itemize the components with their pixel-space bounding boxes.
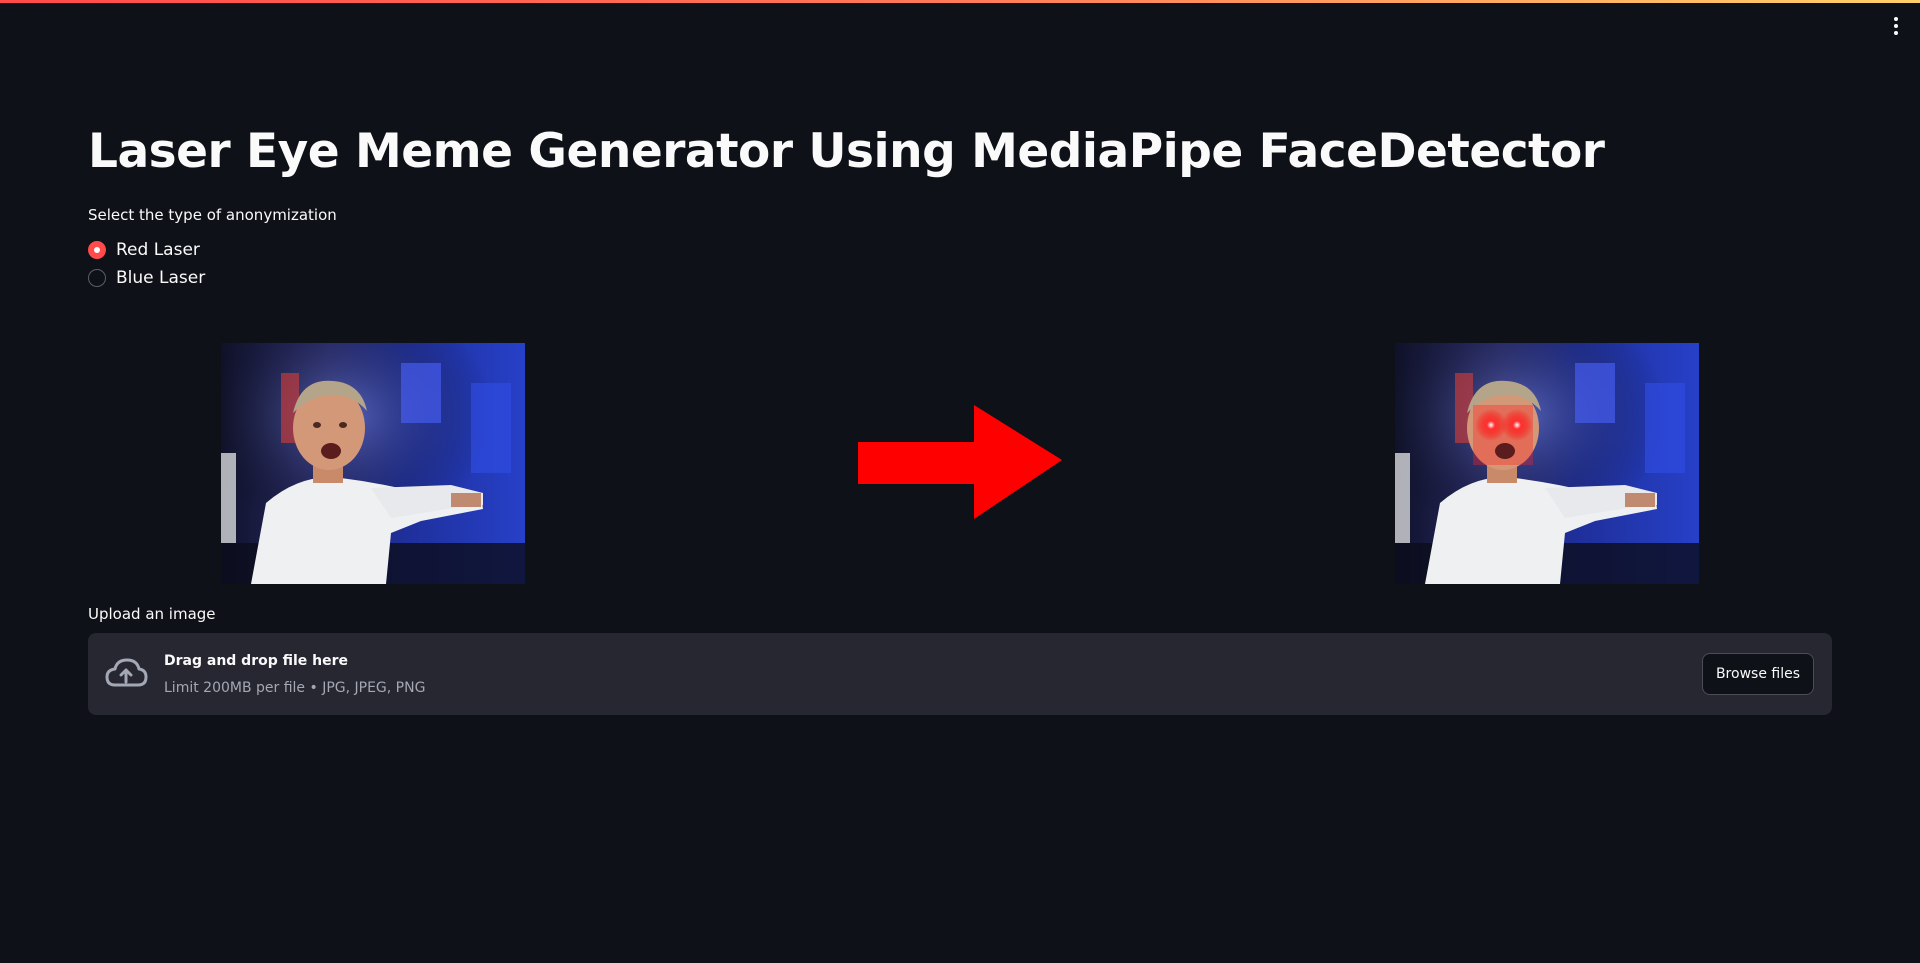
radio-unchecked-icon[interactable] bbox=[88, 269, 106, 287]
laser-type-label: Select the type of anonymization bbox=[88, 206, 337, 224]
cloud-upload-icon bbox=[105, 658, 148, 687]
right-arrow-icon bbox=[858, 405, 1062, 519]
original-image bbox=[221, 343, 525, 584]
radio-option-label: Blue Laser bbox=[116, 268, 206, 288]
radio-checked-icon[interactable] bbox=[88, 241, 106, 259]
laser-type-radio-group: Red Laser Blue Laser bbox=[88, 236, 205, 292]
browse-files-button[interactable]: Browse files bbox=[1701, 653, 1814, 695]
preview-row bbox=[88, 343, 1832, 584]
radio-option-red-laser[interactable]: Red Laser bbox=[88, 236, 205, 264]
page-title: Laser Eye Meme Generator Using MediaPipe… bbox=[88, 124, 1605, 179]
upload-label: Upload an image bbox=[88, 605, 216, 623]
vertical-ellipsis-icon bbox=[1894, 17, 1898, 35]
main-menu-button[interactable] bbox=[1886, 14, 1906, 38]
dropzone-title: Drag and drop file here bbox=[164, 653, 349, 669]
laser-eye-result-image bbox=[1395, 343, 1699, 584]
top-decoration-bar bbox=[0, 0, 1920, 3]
dropzone-limit-text: Limit 200MB per file • JPG, JPEG, PNG bbox=[164, 680, 426, 696]
radio-option-label: Red Laser bbox=[116, 240, 200, 260]
radio-option-blue-laser[interactable]: Blue Laser bbox=[88, 264, 205, 292]
file-dropzone[interactable]: Drag and drop file here Limit 200MB per … bbox=[88, 633, 1832, 715]
